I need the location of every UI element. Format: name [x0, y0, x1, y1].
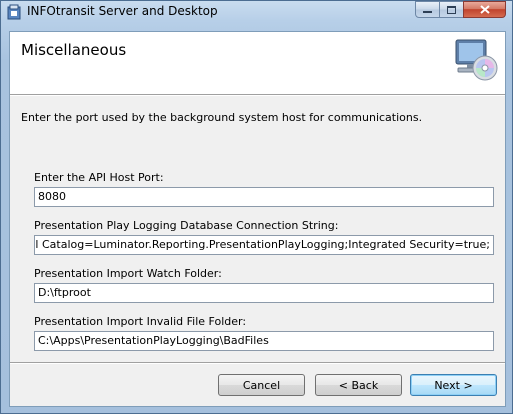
next-button[interactable]: Next > — [410, 374, 497, 396]
db-connection-string-input[interactable]: SERVER=.;Initial Catalog=Luminator.Repor… — [34, 235, 494, 255]
header-banner: Miscellaneous — [10, 32, 505, 94]
installer-window: INFOtransit Server and Desktop Miscellan… — [0, 0, 513, 414]
close-icon — [479, 5, 490, 14]
cancel-button[interactable]: Cancel — [218, 374, 305, 396]
footer-divider — [10, 362, 505, 364]
title-bar[interactable]: INFOtransit Server and Desktop — [1, 1, 512, 23]
watch-folder-label: Presentation Import Watch Folder: — [34, 267, 222, 280]
header-divider — [10, 94, 505, 96]
page-title: Miscellaneous — [21, 41, 127, 59]
api-host-port-label: Enter the API Host Port: — [34, 171, 164, 184]
maximize-button[interactable] — [439, 1, 464, 18]
minimize-icon — [423, 10, 432, 13]
maximize-icon — [447, 5, 456, 14]
back-button[interactable]: < Back — [315, 374, 402, 396]
db-connection-string-value: SERVER=.;Initial Catalog=Luminator.Repor… — [35, 238, 490, 251]
window-title: INFOtransit Server and Desktop — [27, 4, 218, 18]
invalid-file-folder-label: Presentation Import Invalid File Folder: — [34, 315, 247, 328]
installer-app-icon — [7, 4, 21, 20]
computer-cd-icon — [455, 39, 498, 81]
caption-buttons — [415, 1, 506, 19]
close-button[interactable] — [463, 1, 506, 18]
minimize-button[interactable] — [415, 1, 440, 18]
api-host-port-input[interactable]: 8080 — [34, 187, 494, 207]
db-connection-string-label: Presentation Play Logging Database Conne… — [34, 219, 339, 232]
dialog-client-area: Miscellaneous Enter the port used by the… — [9, 31, 506, 407]
invalid-file-folder-input[interactable]: C:\Apps\PresentationPlayLogging\BadFiles — [34, 331, 494, 351]
page-description: Enter the port used by the background sy… — [21, 111, 423, 124]
watch-folder-input[interactable]: D:\ftproot — [34, 283, 494, 303]
